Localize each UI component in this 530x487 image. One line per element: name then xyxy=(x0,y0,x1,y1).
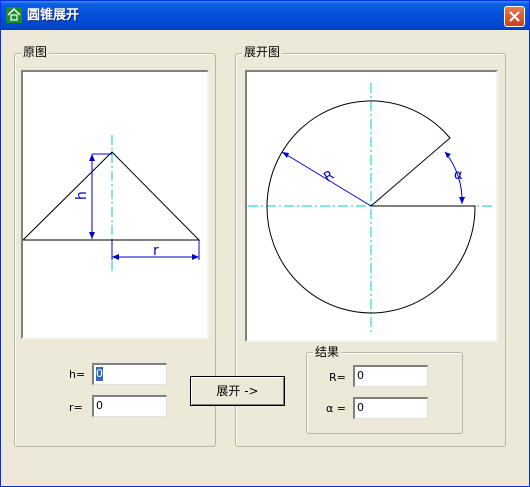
R-result-value: 0 xyxy=(357,369,364,382)
r-label: r xyxy=(153,243,159,259)
original-group-label: 原图 xyxy=(21,45,50,59)
h-input-value: 0 xyxy=(96,367,103,381)
cone-diagram: h r xyxy=(23,135,201,272)
unfolded-group-label: 展开图 xyxy=(242,45,283,59)
alpha-result-field[interactable]: 0 xyxy=(353,397,428,419)
cone-outline xyxy=(23,151,201,241)
alpha-label: α xyxy=(454,168,463,183)
close-icon xyxy=(509,11,520,22)
dialog-window: 圆锥展开 原图 h r h= 0 r= 0 展开图 R α 结果 R= 0 α … xyxy=(0,0,530,487)
h-input[interactable]: 0 xyxy=(92,363,167,385)
alpha-result-label: α = xyxy=(326,402,346,415)
title-bar[interactable]: 圆锥展开 xyxy=(1,1,529,30)
app-icon xyxy=(6,7,22,23)
h-input-label: h= xyxy=(69,368,86,381)
window-title: 圆锥展开 xyxy=(27,8,80,23)
R-result-label: R= xyxy=(329,371,346,384)
r-input[interactable]: 0 xyxy=(92,395,167,417)
r-input-value: 0 xyxy=(96,399,103,412)
sector-diagram: R α xyxy=(248,83,493,332)
h-label: h xyxy=(74,191,90,200)
unfolded-canvas: R α xyxy=(245,70,498,342)
R-label: R xyxy=(322,168,337,186)
r-input-label: r= xyxy=(69,401,83,414)
R-result-field[interactable]: 0 xyxy=(353,365,428,387)
alpha-result-value: 0 xyxy=(357,401,364,414)
original-canvas: h r xyxy=(21,70,209,339)
expand-button[interactable]: 展开 -> xyxy=(190,376,285,406)
result-group-label: 结果 xyxy=(313,345,342,359)
close-button[interactable] xyxy=(504,6,525,27)
